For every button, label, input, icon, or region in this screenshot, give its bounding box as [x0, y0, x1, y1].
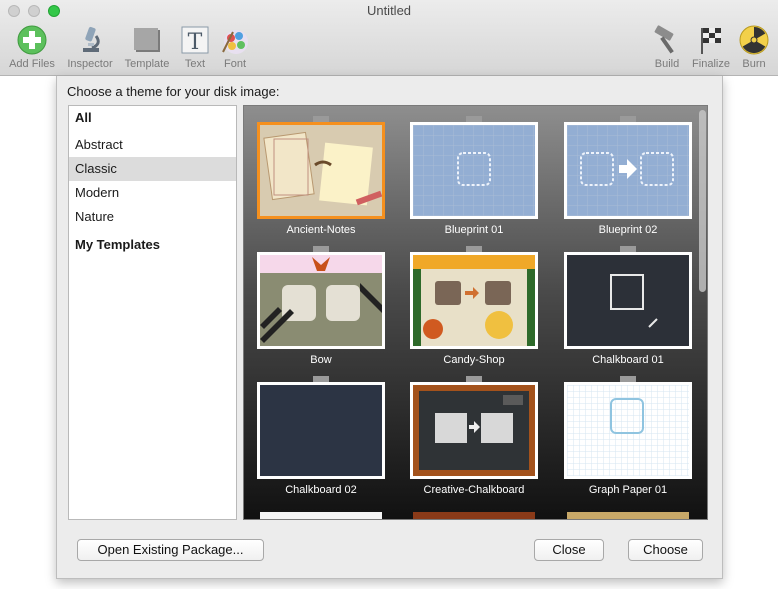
category-classic[interactable]: Classic [69, 157, 236, 181]
blueprint-01-thumbnail [410, 122, 538, 219]
add-files-icon [16, 24, 48, 56]
theme-tile[interactable]: Chalkboard 02 [257, 376, 385, 502]
microscope-icon [74, 24, 106, 56]
theme-tile[interactable]: Ancient-Notes [257, 116, 385, 242]
theme-name: Ancient-Notes [286, 224, 356, 236]
theme-tile-partial[interactable] [260, 512, 382, 519]
font-color-icon [219, 24, 251, 56]
inspector-label: Inspector [67, 58, 113, 70]
window-title: Untitled [366, 3, 412, 18]
theme-name: Blueprint 02 [598, 224, 658, 236]
category-my-templates[interactable]: My Templates [69, 233, 236, 257]
svg-text:T: T [188, 30, 203, 55]
hammer-icon [651, 24, 683, 56]
theme-name: Graph Paper 01 [588, 484, 668, 496]
burn-radiation-icon [738, 24, 770, 56]
theme-name: Chalkboard 01 [592, 354, 664, 366]
theme-tile[interactable]: Blueprint 02 [564, 116, 692, 242]
theme-tile-partial[interactable] [413, 512, 535, 519]
theme-name: Candy-Shop [443, 354, 505, 366]
burn-label: Burn [742, 58, 766, 70]
category-abstract[interactable]: Abstract [69, 133, 236, 157]
theme-chooser-sheet: Choose a theme for your disk image: All … [56, 76, 723, 579]
chalkboard-01-thumbnail [564, 252, 692, 349]
theme-tile[interactable]: Chalkboard 01 [564, 246, 692, 372]
add-files-label: Add Files [9, 58, 55, 70]
ancient-notes-thumbnail [257, 122, 385, 219]
close-button[interactable]: Close [534, 539, 604, 561]
add-files-button[interactable]: Add Files [2, 24, 62, 72]
category-all[interactable]: All [69, 106, 236, 130]
theme-tile[interactable]: Creative-Chalkboard [410, 376, 538, 502]
font-label: Font [223, 58, 246, 70]
font-button[interactable]: Font [205, 24, 265, 72]
choose-button[interactable]: Choose [628, 539, 703, 561]
theme-tile[interactable]: Graph Paper 01 [564, 376, 692, 502]
theme-grid-scrollbar[interactable] [699, 108, 706, 518]
graph-paper-01-thumbnail [564, 382, 692, 479]
theme-name: Bow [310, 354, 332, 366]
category-modern[interactable]: Modern [69, 181, 236, 205]
theme-grid: Ancient-Notes Blueprint 01 Blueprint 02 … [243, 105, 708, 520]
blueprint-02-thumbnail [564, 122, 692, 219]
checkered-flag-icon [695, 24, 727, 56]
theme-name: Creative-Chalkboard [423, 484, 525, 496]
scrollbar-thumb[interactable] [699, 110, 706, 292]
burn-button[interactable]: Burn [724, 24, 778, 72]
theme-name: Blueprint 01 [444, 224, 504, 236]
sheet-prompt: Choose a theme for your disk image: [67, 84, 280, 99]
template-icon [131, 24, 163, 56]
theme-tile[interactable]: Bow [257, 246, 385, 372]
theme-tile-partial[interactable] [567, 512, 689, 519]
category-nature[interactable]: Nature [69, 205, 236, 229]
theme-tile[interactable]: Candy-Shop [410, 246, 538, 372]
bow-thumbnail [257, 252, 385, 349]
title-bar: Untitled Add Files Inspector Template T … [0, 0, 778, 76]
category-list: All Abstract Classic Modern Nature My Te… [68, 105, 237, 520]
open-existing-package-button[interactable]: Open Existing Package... [77, 539, 264, 561]
inspector-button[interactable]: Inspector [60, 24, 120, 72]
chalkboard-02-thumbnail [257, 382, 385, 479]
theme-name: Chalkboard 02 [285, 484, 357, 496]
theme-tile[interactable]: Blueprint 01 [410, 116, 538, 242]
creative-chalkboard-thumbnail [410, 382, 538, 479]
candy-shop-thumbnail [410, 252, 538, 349]
